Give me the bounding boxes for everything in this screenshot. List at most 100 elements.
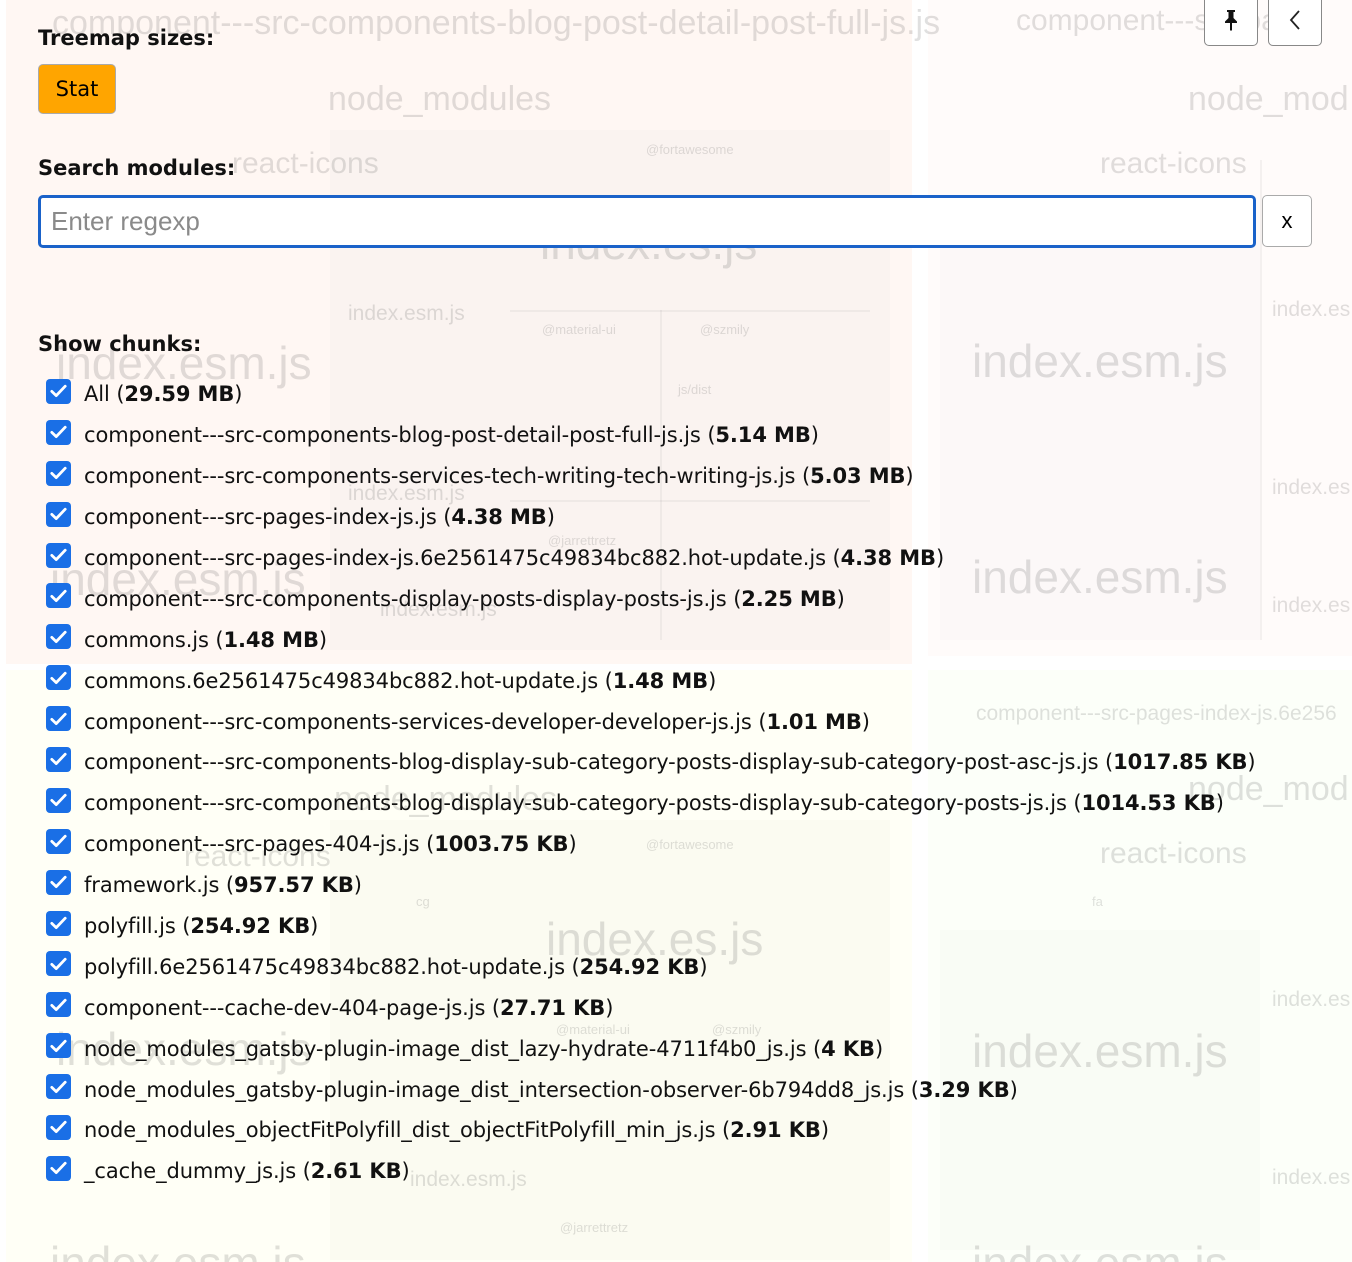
chunk-size: 254.92 KB	[190, 914, 311, 939]
chunk-checkbox[interactable]	[46, 1155, 71, 1181]
chunk-name: component---src-components-services-deve…	[84, 709, 752, 734]
chunk-label: node_modules_objectFitPolyfill_dist_obje…	[84, 1118, 829, 1143]
chunk-item[interactable]: commons.6e2561475c49834bc882.hot-update.…	[46, 660, 1352, 701]
chunk-size: 1.48 MB	[223, 627, 319, 652]
checkmark-icon	[50, 385, 67, 398]
chunk-size: 29.59 MB	[124, 382, 235, 407]
stat-size-button[interactable]: Stat	[38, 64, 116, 114]
chunk-name: framework.js	[84, 873, 220, 898]
chunk-checkbox[interactable]	[46, 1033, 71, 1059]
chunk-label: component---cache-dev-404-page-js.js (27…	[84, 995, 614, 1020]
checkmark-icon	[50, 507, 67, 521]
chunk-item[interactable]: component---cache-dev-404-page-js.js (27…	[46, 987, 1352, 1028]
chunk-name: component---src-pages-index-js.js	[84, 505, 437, 530]
chunk-checkbox[interactable]	[46, 1074, 71, 1100]
chunk-checkbox[interactable]	[46, 665, 71, 691]
chunk-label: component---src-pages-index-js.6e2561475…	[84, 546, 945, 570]
chunk-checkbox[interactable]	[46, 910, 71, 936]
chunk-checkbox[interactable]	[46, 583, 71, 609]
chunk-checkbox[interactable]	[46, 787, 71, 813]
chunk-item[interactable]: component---src-components-display-posts…	[46, 578, 1352, 619]
checkmark-icon	[50, 589, 67, 602]
chunk-checkbox[interactable]	[46, 542, 71, 568]
chunk-size: 2.91 KB	[730, 1118, 821, 1143]
chunk-checkbox[interactable]	[46, 460, 71, 486]
checkmark-icon	[50, 916, 67, 930]
chunk-item[interactable]: polyfill.js (254.92 KB)	[46, 906, 1352, 947]
chunk-item[interactable]: component---src-components-services-tech…	[46, 456, 1352, 497]
chunk-checkbox[interactable]	[46, 828, 71, 854]
chunk-checkbox[interactable]	[46, 746, 71, 772]
chunk-item[interactable]: framework.js (957.57 KB)	[46, 865, 1352, 906]
chunk-name: component---src-pages-index-js.6e2561475…	[84, 546, 826, 570]
chunk-name: component---src-components-display-posts…	[84, 586, 727, 611]
chunk-checkbox[interactable]	[46, 869, 71, 895]
chunk-label: component---src-components-blog-post-det…	[84, 423, 819, 448]
chunk-checkbox[interactable]	[46, 624, 71, 650]
chunk-name: All	[84, 382, 110, 407]
checkmark-icon	[50, 835, 67, 848]
chunk-size: 5.03 MB	[810, 464, 906, 489]
collapse-sidebar-button[interactable]	[1268, 0, 1322, 46]
chunk-name: commons.6e2561475c49834bc882.hot-update.…	[84, 668, 599, 693]
checkmark-icon	[50, 1039, 67, 1052]
chunk-label: All (29.59 MB)	[84, 382, 243, 407]
chunk-size: 1014.53 KB	[1081, 791, 1216, 816]
chunk-checkbox[interactable]	[46, 706, 71, 732]
chunk-label: component---src-pages-index-js.js (4.38 …	[84, 505, 555, 530]
chunk-item[interactable]: component---src-pages-index-js.js (4.38 …	[46, 497, 1352, 538]
checkmark-icon	[50, 548, 67, 561]
chunk-size: 4.38 MB	[840, 546, 936, 570]
chunk-name: node_modules_gatsby-plugin-image_dist_la…	[84, 1036, 807, 1061]
chunk-name: component---src-components-blog-display-…	[84, 750, 1099, 775]
chunk-size: 1.01 MB	[766, 709, 862, 734]
chunk-label: framework.js (957.57 KB)	[84, 873, 362, 898]
chunk-checkbox[interactable]	[46, 951, 71, 977]
pin-button[interactable]	[1204, 0, 1258, 46]
checkmark-icon	[50, 875, 67, 889]
chunk-size: 1.48 MB	[612, 668, 709, 693]
clear-search-button[interactable]: x	[1262, 195, 1312, 247]
chunk-item[interactable]: node_modules_gatsby-plugin-image_dist_in…	[46, 1069, 1352, 1110]
chunk-label: _cache_dummy_js.js (2.61 KB)	[84, 1159, 410, 1184]
search-input[interactable]	[38, 195, 1256, 248]
chunk-label: polyfill.js (254.92 KB)	[84, 914, 319, 939]
chunk-label: component---src-components-display-posts…	[84, 586, 845, 611]
chunk-label: component---src-components-blog-display-…	[84, 750, 1256, 775]
chunk-item[interactable]: component---src-components-blog-post-det…	[46, 415, 1352, 456]
chunk-item[interactable]: commons.js (1.48 MB)	[46, 619, 1352, 660]
chunk-label: node_modules_gatsby-plugin-image_dist_la…	[84, 1036, 884, 1061]
chunk-checkbox[interactable]	[46, 992, 71, 1018]
chunk-checkbox[interactable]	[46, 501, 71, 527]
chunk-label: polyfill.6e2561475c49834bc882.hot-update…	[84, 954, 708, 979]
chunk-checkbox[interactable]	[46, 1114, 71, 1140]
show-chunks-title: Show chunks:	[38, 332, 202, 356]
chunk-item[interactable]: _cache_dummy_js.js (2.61 KB)	[46, 1151, 1352, 1192]
chunk-name: polyfill.js	[84, 914, 176, 939]
chunk-name: polyfill.6e2561475c49834bc882.hot-update…	[84, 954, 565, 979]
chunk-item[interactable]: node_modules_gatsby-plugin-image_dist_la…	[46, 1028, 1352, 1069]
chunk-item[interactable]: All (29.59 MB)	[46, 374, 1352, 415]
chunk-size: 1017.85 KB	[1113, 750, 1248, 775]
chunk-item[interactable]: component---src-pages-index-js.6e2561475…	[46, 538, 1352, 579]
chunk-checkbox[interactable]	[46, 419, 71, 445]
chunk-item[interactable]: component---src-components-blog-display-…	[46, 742, 1352, 783]
checkmark-icon	[50, 712, 67, 725]
chunk-size: 1003.75 KB	[434, 832, 569, 857]
chunk-name: component---src-components-services-tech…	[84, 464, 796, 489]
chunk-label: commons.6e2561475c49834bc882.hot-update.…	[84, 668, 717, 693]
chunk-item[interactable]: component---src-components-services-deve…	[46, 701, 1352, 742]
chunk-item[interactable]: node_modules_objectFitPolyfill_dist_obje…	[46, 1110, 1352, 1151]
chunk-label: commons.js (1.48 MB)	[84, 627, 327, 652]
chunk-label: component---src-pages-404-js.js (1003.75…	[84, 832, 577, 857]
checkmark-icon	[50, 671, 67, 684]
chunk-checkbox[interactable]	[46, 378, 71, 404]
chevron-left-icon	[1289, 10, 1300, 30]
pin-icon	[1225, 10, 1237, 31]
chunk-label: component---src-components-blog-display-…	[84, 791, 1224, 816]
chunk-item[interactable]: component---src-components-blog-display-…	[46, 783, 1352, 824]
chunk-item[interactable]: polyfill.6e2561475c49834bc882.hot-update…	[46, 946, 1352, 987]
checkmark-icon	[50, 957, 67, 970]
chunk-item[interactable]: component---src-pages-404-js.js (1003.75…	[46, 824, 1352, 865]
sidebar-panel: Treemap sizes: Stat Search modules: x Sh…	[0, 0, 1352, 1262]
